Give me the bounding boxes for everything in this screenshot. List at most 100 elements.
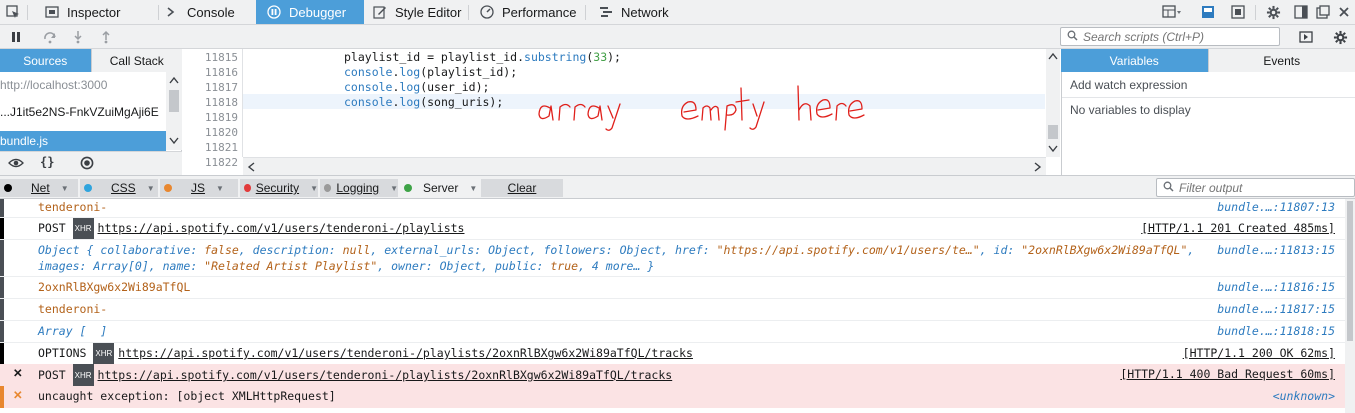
line-number[interactable]: 11816 — [183, 65, 238, 80]
console-log-row[interactable]: tenderoni- bundle.…:11817:15 — [0, 299, 1345, 320]
source-link[interactable]: bundle.…:11818:15 — [1217, 321, 1335, 341]
filter-output-input[interactable] — [1179, 180, 1349, 195]
sources-scrollbar[interactable] — [166, 72, 182, 150]
chevron-down-icon: ▼ — [310, 183, 318, 193]
source-host-item[interactable]: http://localhost:3000 — [0, 75, 166, 95]
object-preview[interactable]: images: Array[0], name: "Related Artist … — [38, 258, 654, 274]
filter-logging-button[interactable]: Logging ▼ — [320, 179, 398, 197]
console-exception-row[interactable]: ✕ uncaught exception: [object XMLHttpReq… — [0, 386, 1345, 408]
step-in-icon[interactable] — [70, 29, 86, 45]
tab-network[interactable]: Network — [590, 0, 680, 24]
editor-vertical-scrollbar[interactable] — [1046, 49, 1060, 157]
clear-button[interactable]: Clear — [481, 179, 563, 197]
code-line: playlist_id = playlist_id.substring(33); — [344, 50, 621, 64]
debugger-icon — [266, 4, 282, 20]
console-log-row[interactable]: tenderoni- bundle.…:11807:13 — [0, 199, 1345, 217]
close-icon[interactable] — [1336, 4, 1352, 20]
step-over-icon[interactable] — [42, 29, 58, 45]
source-link[interactable]: bundle.…:11816:15 — [1217, 277, 1335, 297]
inspector-icon — [44, 4, 60, 20]
request-url-link[interactable]: https://api.spotify.com/v1/users/tendero… — [118, 346, 693, 360]
divider — [1062, 97, 1355, 98]
pick-element-icon[interactable] — [5, 4, 21, 20]
xhr-badge-icon: XHR — [72, 218, 94, 239]
filter-net-button[interactable]: Net ▼ — [0, 179, 78, 197]
dock-side-icon[interactable] — [1293, 4, 1309, 20]
sources-tabs: Sources Call Stack — [0, 49, 182, 72]
line-number[interactable]: 11818 — [183, 95, 238, 110]
tab-call-stack[interactable]: Call Stack — [90, 49, 182, 72]
tab-sources[interactable]: Sources — [0, 49, 91, 72]
blackbox-eye-icon[interactable] — [8, 156, 24, 173]
add-watch-expression[interactable]: Add watch expression — [1070, 78, 1187, 92]
line-number[interactable]: 11820 — [183, 125, 238, 140]
http-status-link[interactable]: [HTTP/1.1 400 Bad Request 60ms] — [1120, 364, 1335, 385]
step-out-icon[interactable] — [98, 29, 114, 45]
line-number[interactable]: 11815 — [183, 50, 238, 65]
filter-css-button[interactable]: CSS ▼ — [80, 179, 158, 197]
console-log-row[interactable]: 2oxnRlBXgw6x2Wi89aTfQL bundle.…:11816:15 — [0, 277, 1345, 298]
http-status-link[interactable]: [HTTP/1.1 200 OK 62ms] — [1183, 343, 1335, 363]
request-url-link[interactable]: https://api.spotify.com/v1/users/tendero… — [98, 221, 465, 235]
line-number[interactable]: 11817 — [183, 80, 238, 95]
source-file-item[interactable]: bundle.js — [0, 131, 166, 151]
network-icon — [598, 4, 614, 20]
line-number[interactable]: 11822 — [183, 155, 238, 170]
source-link[interactable]: bundle.…:11817:15 — [1217, 299, 1335, 319]
xhr-badge-icon: XHR — [72, 364, 94, 386]
source-link[interactable]: bundle.…:11813:15 — [1217, 242, 1335, 258]
search-icon — [1163, 181, 1174, 195]
tab-console[interactable]: Console — [160, 0, 256, 24]
filter-security-button[interactable]: Security ▼ — [240, 179, 318, 197]
tab-style-editor[interactable]: Style Editor — [364, 0, 468, 24]
pretty-print-icon[interactable]: {} — [40, 155, 54, 169]
net-dot-icon — [4, 184, 12, 192]
object-preview[interactable]: Object { collaborative: false, descripti… — [38, 242, 1194, 258]
pause-icon[interactable] — [8, 29, 24, 45]
settings-icon[interactable] — [1265, 4, 1281, 20]
console-network-error-row[interactable]: ✕ POST XHR https://api.spotify.com/v1/use… — [0, 364, 1345, 386]
tab-events[interactable]: Events — [1207, 49, 1355, 72]
array-preview[interactable]: Array [ ] — [38, 321, 107, 341]
scratchpad-icon[interactable] — [1200, 4, 1216, 20]
console-scrollbar[interactable] — [1345, 199, 1355, 413]
exception-x-icon: ✕ — [13, 390, 23, 402]
editor-horizontal-scrollbar[interactable] — [243, 157, 1046, 175]
split-console-icon[interactable] — [1230, 4, 1246, 20]
http-status-link[interactable]: [HTTP/1.1 201 Created 485ms] — [1141, 218, 1335, 238]
filter-js-button[interactable]: JS ▼ — [160, 179, 238, 197]
tab-label: Style Editor — [395, 4, 462, 20]
search-scripts-field[interactable] — [1060, 27, 1280, 46]
source-link[interactable]: <unknown> — [1273, 386, 1335, 407]
request-url-link[interactable]: https://api.spotify.com/v1/users/tendero… — [98, 368, 673, 382]
code-line: console.log(song_uris); — [344, 95, 504, 109]
undock-icon[interactable] — [1315, 4, 1331, 20]
chevron-down-icon: ▼ — [469, 183, 478, 193]
console-log-row[interactable]: Array [ ] bundle.…:11818:15 — [0, 321, 1345, 342]
console-network-row[interactable]: OPTIONS XHR https://api.spotify.com/v1/us… — [0, 343, 1345, 364]
source-link[interactable]: bundle.…:11807:13 — [1217, 199, 1335, 215]
tab-performance[interactable]: Performance — [471, 0, 583, 24]
security-dot-icon — [244, 184, 251, 192]
filter-server-button[interactable]: Server ▼ — [400, 179, 480, 197]
search-icon — [1067, 30, 1078, 44]
console-object-row[interactable]: Object { collaborative: false, descripti… — [0, 240, 1345, 276]
chevron-down-icon: ▼ — [146, 183, 155, 193]
debugger-options-icon[interactable] — [1332, 29, 1348, 45]
tab-debugger[interactable]: Debugger — [256, 0, 364, 24]
line-number[interactable]: 11821 — [183, 140, 238, 155]
filter-output-field[interactable] — [1156, 178, 1355, 197]
search-scripts-input[interactable] — [1083, 29, 1273, 44]
responsive-design-icon[interactable] — [1160, 4, 1184, 20]
chevron-down-icon: ▼ — [216, 183, 224, 193]
tab-inspector[interactable]: Inspector — [30, 0, 160, 24]
console-network-row[interactable]: POST XHR https://api.spotify.com/v1/users… — [0, 218, 1345, 239]
xhr-badge-icon: XHR — [93, 343, 115, 364]
source-folder-item[interactable]: ...J1it5e2NS-FnkVZuiMgAji6E — [0, 102, 166, 122]
line-number[interactable]: 11819 — [183, 110, 238, 125]
toggle-panes-icon[interactable] — [1298, 29, 1314, 45]
stop-circle-icon[interactable] — [80, 156, 94, 173]
console-output: tenderoni- bundle.…:11807:13 POST XHR htt… — [0, 199, 1345, 413]
tab-label: Network — [621, 4, 669, 20]
tab-variables[interactable]: Variables — [1061, 49, 1208, 72]
